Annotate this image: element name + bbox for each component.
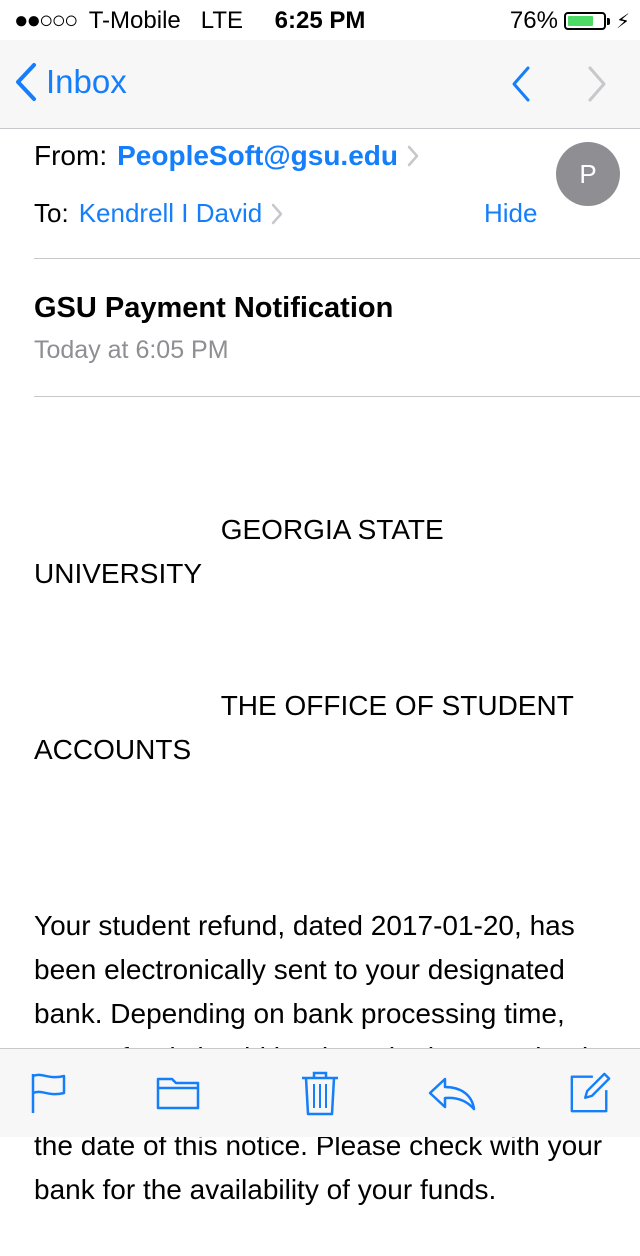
from-row: From: PeopleSoft@gsu.edu [34,140,420,172]
charging-bolt-icon: ⚡ [615,10,630,33]
battery-icon [563,12,610,30]
navigation-bar: Inbox [0,40,640,129]
chevron-left-icon [16,63,36,101]
reply-button[interactable] [426,1071,478,1115]
chevron-right-icon [407,145,419,167]
trash-icon [302,1071,338,1116]
back-to-inbox-button[interactable]: Inbox [14,62,127,102]
body-heading-university: GEORGIA STATE UNIVERSITY [34,514,452,589]
sender-address[interactable]: PeopleSoft@gsu.edu [117,140,398,172]
bottom-toolbar [0,1048,640,1137]
to-label: To: [34,198,69,228]
hide-details-link[interactable]: Hide [484,198,537,229]
compose-button[interactable] [568,1071,612,1115]
from-label: From: [34,140,108,171]
flag-icon [31,1073,66,1113]
message-subject: GSU Payment Notification [34,292,394,324]
to-row: To: Kendrell I David [34,198,284,229]
back-label: Inbox [46,63,127,100]
chevron-up-icon [512,66,530,102]
battery-level-fill [567,16,593,26]
move-to-folder-button[interactable] [156,1071,200,1115]
flag-button[interactable] [26,1071,70,1115]
next-message-button[interactable] [582,64,612,109]
compose-icon [570,1072,611,1113]
previous-message-button[interactable] [506,64,536,109]
battery-percent: 76% [509,7,558,34]
folder-icon [156,1077,200,1110]
chevron-right-icon [271,203,283,224]
header-divider [34,258,640,259]
subject-divider [34,396,640,397]
status-bar: ●●○○○ T-Mobile LTE 6:25 PM 76% ⚡ [0,0,640,40]
chevron-down-icon [588,66,606,102]
body-heading-office: THE OFFICE OF STUDENT ACCOUNTS [34,690,580,765]
recipient-name[interactable]: Kendrell I David [79,198,263,229]
trash-button[interactable] [298,1071,342,1116]
reply-icon [428,1077,476,1111]
battery-status: 76% ⚡ [510,7,630,35]
message-date: Today at 6:05 PM [34,336,229,364]
avatar[interactable]: P [556,142,620,206]
